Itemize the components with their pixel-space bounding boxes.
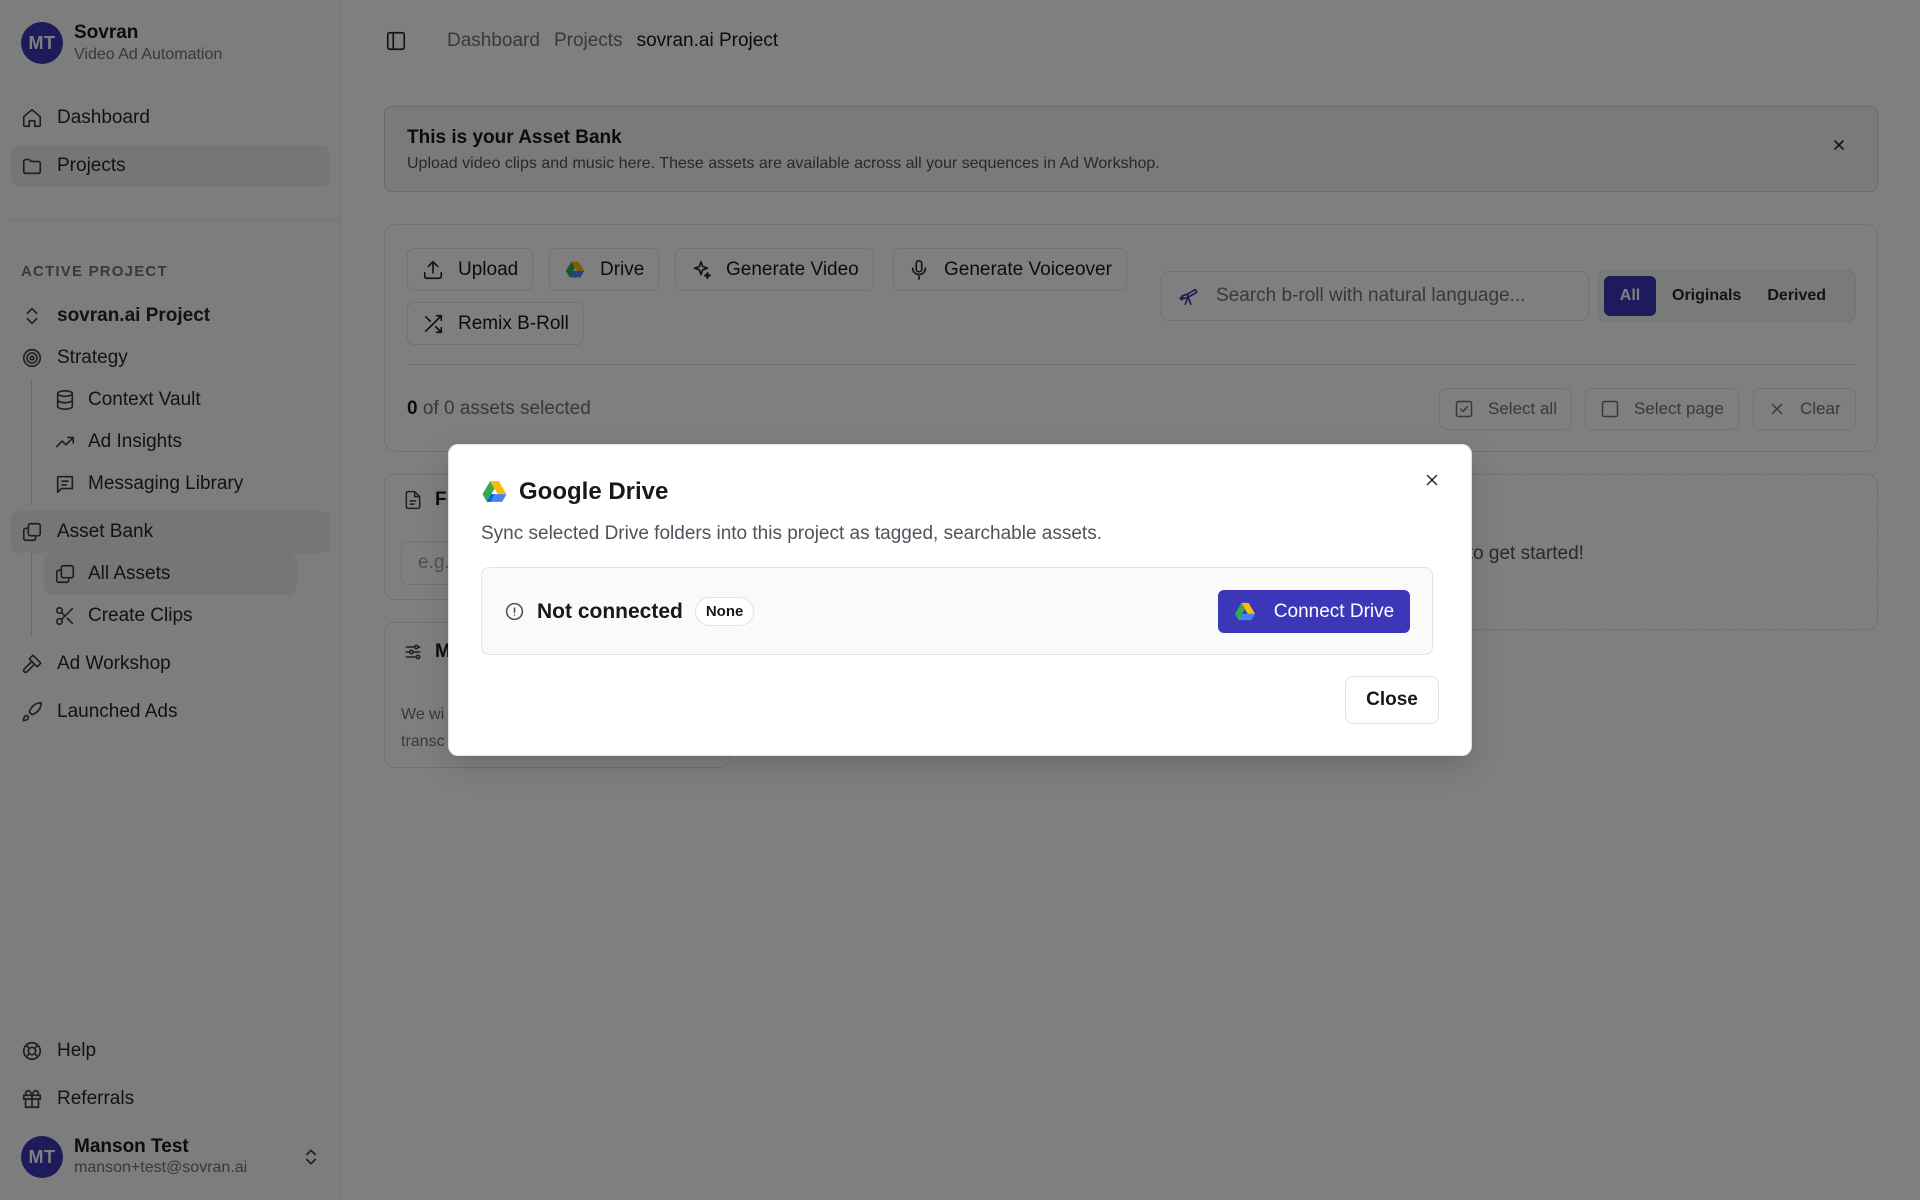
connect-drive-label: Connect Drive	[1273, 600, 1395, 622]
close-button[interactable]: Close	[1345, 676, 1439, 724]
google-drive-icon	[1234, 602, 1256, 622]
google-drive-icon	[481, 480, 508, 504]
connection-status-text: Not connected	[537, 599, 683, 623]
alert-circle-icon	[504, 601, 525, 622]
dialog-title-text: Google Drive	[519, 478, 669, 505]
connection-status-box: Not connected None Connect Drive	[481, 567, 1433, 655]
close-icon[interactable]	[1423, 471, 1441, 489]
connection-status: Not connected None	[504, 597, 755, 626]
google-drive-dialog: Google Drive Sync selected Drive folders…	[448, 444, 1472, 756]
connect-drive-button[interactable]: Connect Drive	[1218, 590, 1410, 633]
dialog-subtitle: Sync selected Drive folders into this pr…	[481, 523, 1102, 544]
dialog-title: Google Drive	[481, 478, 668, 506]
status-badge: None	[694, 597, 755, 626]
